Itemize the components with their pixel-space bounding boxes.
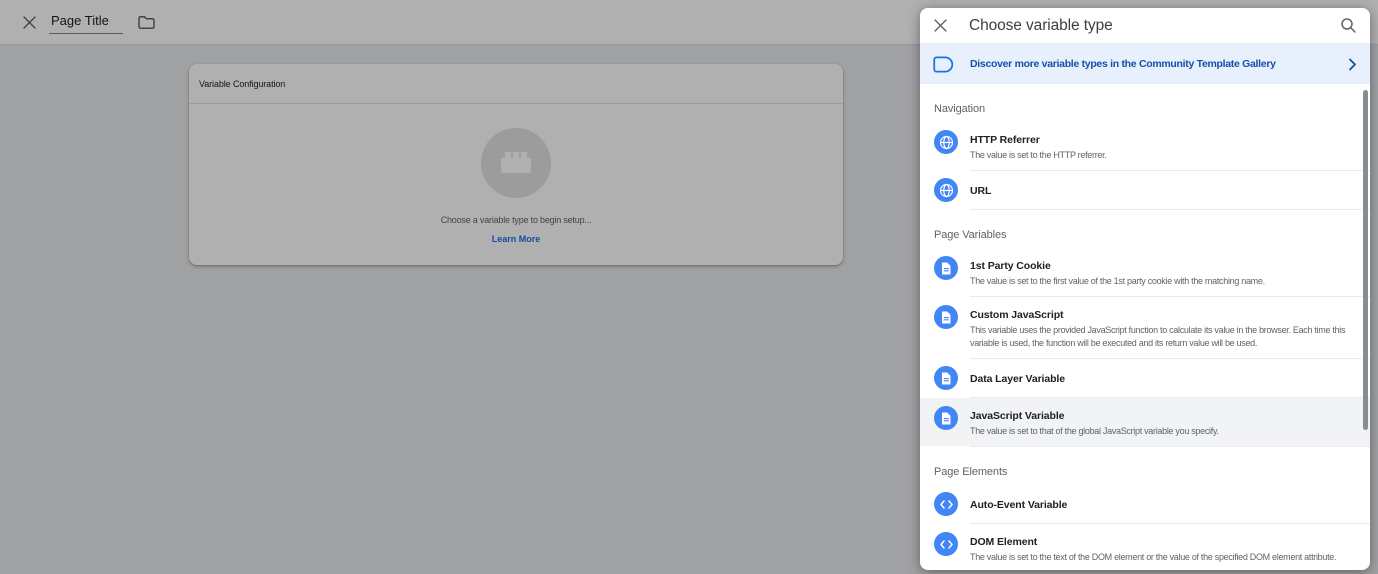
variable-type-row[interactable]: Data Layer Variable bbox=[920, 359, 1370, 397]
globe-icon bbox=[934, 178, 958, 202]
variable-type-name: JavaScript Variable bbox=[970, 410, 1064, 422]
variable-type-row[interactable]: Auto-Event Variable bbox=[920, 485, 1370, 523]
search-icon[interactable] bbox=[1340, 17, 1357, 34]
variable-type-section: Page Elements Auto-Event Variable DOM El… bbox=[920, 447, 1370, 570]
community-template-gallery-banner[interactable]: Discover more variable types in the Comm… bbox=[920, 44, 1370, 84]
variable-type-description: The value is set to the first value of t… bbox=[970, 275, 1265, 288]
variable-type-section: Navigation HTTP Referrer The value is se… bbox=[920, 84, 1370, 210]
choose-variable-type-panel: Choose variable type Discover more varia… bbox=[920, 8, 1370, 570]
panel-header: Choose variable type bbox=[920, 8, 1370, 44]
code-icon bbox=[934, 532, 958, 556]
close-panel-icon[interactable] bbox=[933, 18, 948, 33]
section-label: Navigation bbox=[934, 102, 1370, 116]
section-label: Page Variables bbox=[934, 228, 1370, 242]
variable-type-name: 1st Party Cookie bbox=[970, 260, 1051, 272]
variable-type-description: This variable uses the provided JavaScri… bbox=[970, 324, 1350, 350]
variable-type-name: Custom JavaScript bbox=[970, 309, 1063, 321]
document-icon bbox=[934, 406, 958, 430]
document-icon bbox=[934, 305, 958, 329]
code-icon bbox=[934, 492, 958, 516]
variable-type-name: URL bbox=[970, 185, 991, 197]
variable-type-name: DOM Element bbox=[970, 536, 1037, 548]
chevron-right-icon bbox=[1348, 58, 1357, 71]
variable-type-row[interactable]: URL bbox=[920, 171, 1370, 209]
document-icon bbox=[934, 366, 958, 390]
gtm-variable-editor-screen: Page Title Variable Configuration bbox=[0, 0, 1378, 574]
variable-type-description: The value is set to the HTTP referrer. bbox=[970, 149, 1107, 162]
variable-type-name: Auto-Event Variable bbox=[970, 499, 1067, 511]
variable-type-row[interactable]: HTTP Referrer The value is set to the HT… bbox=[920, 122, 1370, 170]
banner-text: Discover more variable types in the Comm… bbox=[970, 58, 1276, 70]
variable-type-row[interactable]: JavaScript Variable The value is set to … bbox=[920, 398, 1370, 446]
variable-type-row[interactable]: DOM Element The value is set to the text… bbox=[920, 524, 1370, 570]
variable-type-row[interactable]: Custom JavaScript This variable uses the… bbox=[920, 297, 1370, 358]
template-gallery-icon bbox=[933, 56, 954, 73]
variable-type-name: HTTP Referrer bbox=[970, 134, 1040, 146]
variable-type-section: Page Variables 1st Party Cookie The valu… bbox=[920, 210, 1370, 447]
variable-type-description: The value is set to that of the global J… bbox=[970, 425, 1219, 438]
panel-scrollbar-thumb[interactable] bbox=[1363, 90, 1368, 430]
document-icon bbox=[934, 256, 958, 280]
variable-type-description: The value is set to the text of the DOM … bbox=[970, 551, 1336, 564]
panel-title: Choose variable type bbox=[969, 17, 1113, 35]
variable-type-row[interactable]: 1st Party Cookie The value is set to the… bbox=[920, 248, 1370, 296]
section-label: Page Elements bbox=[934, 465, 1370, 479]
variable-type-list: Navigation HTTP Referrer The value is se… bbox=[920, 84, 1370, 570]
variable-type-name: Data Layer Variable bbox=[970, 373, 1065, 385]
globe-icon bbox=[934, 130, 958, 154]
